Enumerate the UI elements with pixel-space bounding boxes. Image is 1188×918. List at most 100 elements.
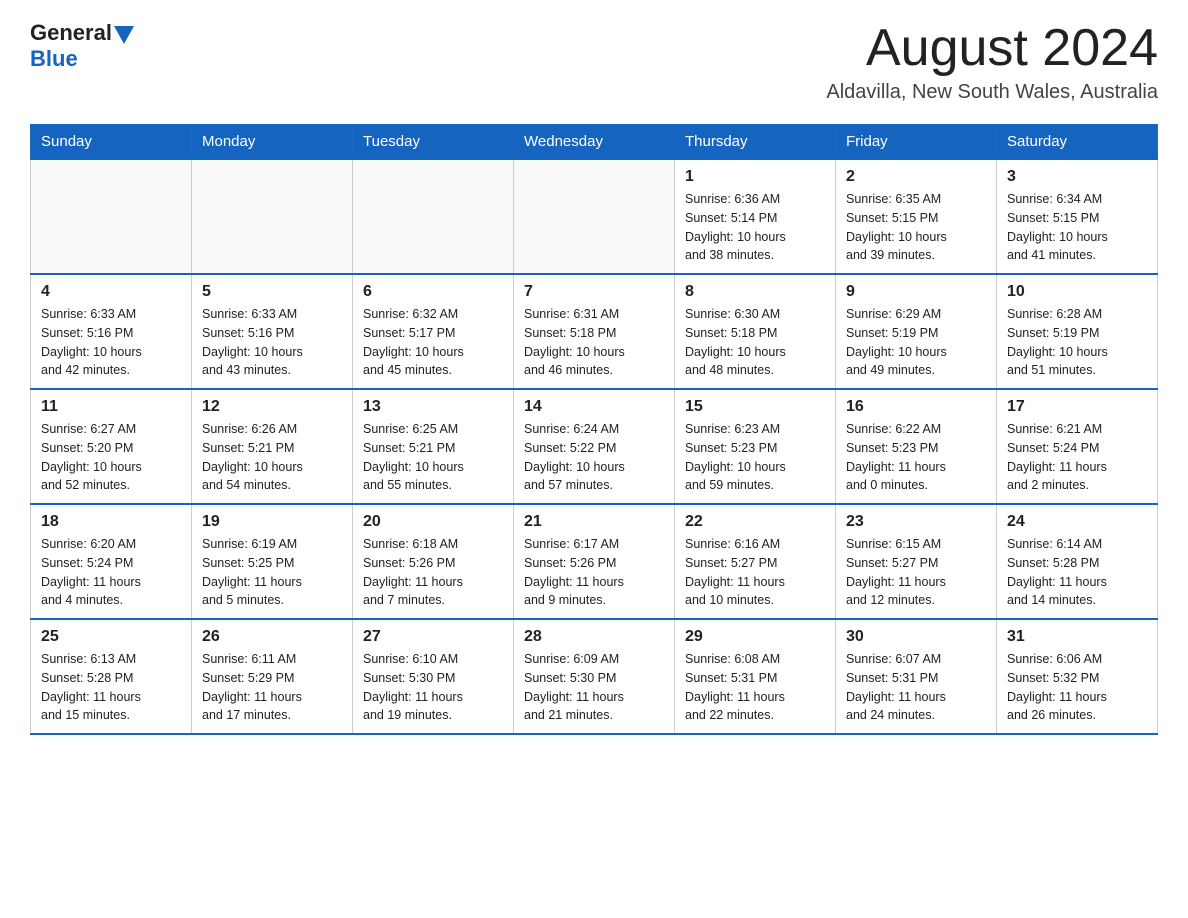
day-number: 16 [846, 398, 986, 416]
day-number: 13 [363, 398, 503, 416]
calendar-cell: 1 Sunrise: 6:36 AMSunset: 5:14 PMDaylight… [675, 159, 836, 274]
day-number: 14 [524, 398, 664, 416]
day-number: 31 [1007, 628, 1147, 646]
calendar-cell [514, 159, 675, 274]
location-title: Aldavilla, New South Wales, Australia [826, 81, 1158, 104]
weekday-header-sunday: Sunday [31, 125, 192, 160]
logo-triangle-icon [114, 26, 134, 44]
calendar-cell: 30 Sunrise: 6:07 AMSunset: 5:31 PMDayligh… [836, 619, 997, 734]
title-area: August 2024 Aldavilla, New South Wales, … [826, 20, 1158, 104]
day-info: Sunrise: 6:17 AMSunset: 5:26 PMDaylight:… [524, 535, 664, 610]
calendar-cell: 26 Sunrise: 6:11 AMSunset: 5:29 PMDayligh… [192, 619, 353, 734]
calendar-cell: 7Sunrise: 6:31 AMSunset: 5:18 PMDaylight… [514, 274, 675, 389]
calendar-cell: 2 Sunrise: 6:35 AMSunset: 5:15 PMDaylight… [836, 159, 997, 274]
day-info: Sunrise: 6:33 AMSunset: 5:16 PMDaylight:… [202, 305, 342, 380]
day-info: Sunrise: 6:11 AMSunset: 5:29 PMDaylight:… [202, 650, 342, 725]
day-number: 25 [41, 628, 181, 646]
week-row-3: 11 Sunrise: 6:27 AMSunset: 5:20 PMDayligh… [31, 389, 1158, 504]
day-number: 22 [685, 513, 825, 531]
day-info: Sunrise: 6:36 AMSunset: 5:14 PMDaylight:… [685, 190, 825, 265]
calendar-cell: 13 Sunrise: 6:25 AMSunset: 5:21 PMDayligh… [353, 389, 514, 504]
day-info: Sunrise: 6:22 AMSunset: 5:23 PMDaylight:… [846, 420, 986, 495]
week-row-1: 1 Sunrise: 6:36 AMSunset: 5:14 PMDaylight… [31, 159, 1158, 274]
month-title: August 2024 [826, 20, 1158, 77]
day-info: Sunrise: 6:29 AMSunset: 5:19 PMDaylight:… [846, 305, 986, 380]
day-number: 8 [685, 283, 825, 301]
day-info: Sunrise: 6:06 AMSunset: 5:32 PMDaylight:… [1007, 650, 1147, 725]
weekday-header-thursday: Thursday [675, 125, 836, 160]
calendar-cell: 12 Sunrise: 6:26 AMSunset: 5:21 PMDayligh… [192, 389, 353, 504]
calendar-cell: 15 Sunrise: 6:23 AMSunset: 5:23 PMDayligh… [675, 389, 836, 504]
day-info: Sunrise: 6:21 AMSunset: 5:24 PMDaylight:… [1007, 420, 1147, 495]
day-number: 2 [846, 168, 986, 186]
day-info: Sunrise: 6:25 AMSunset: 5:21 PMDaylight:… [363, 420, 503, 495]
day-number: 5 [202, 283, 342, 301]
day-info: Sunrise: 6:35 AMSunset: 5:15 PMDaylight:… [846, 190, 986, 265]
calendar-table: SundayMondayTuesdayWednesdayThursdayFrid… [30, 124, 1158, 735]
logo: General Blue [30, 20, 134, 72]
day-number: 23 [846, 513, 986, 531]
calendar-cell: 8Sunrise: 6:30 AMSunset: 5:18 PMDaylight… [675, 274, 836, 389]
day-number: 29 [685, 628, 825, 646]
day-info: Sunrise: 6:07 AMSunset: 5:31 PMDaylight:… [846, 650, 986, 725]
logo-general-text: General [30, 20, 112, 46]
week-row-2: 4Sunrise: 6:33 AMSunset: 5:16 PMDaylight… [31, 274, 1158, 389]
logo-blue-text: Blue [30, 46, 78, 72]
day-number: 26 [202, 628, 342, 646]
day-info: Sunrise: 6:31 AMSunset: 5:18 PMDaylight:… [524, 305, 664, 380]
calendar-cell [31, 159, 192, 274]
calendar-cell: 5 Sunrise: 6:33 AMSunset: 5:16 PMDaylight… [192, 274, 353, 389]
day-number: 21 [524, 513, 664, 531]
calendar-body: 1 Sunrise: 6:36 AMSunset: 5:14 PMDaylight… [31, 159, 1158, 734]
day-info: Sunrise: 6:26 AMSunset: 5:21 PMDaylight:… [202, 420, 342, 495]
day-info: Sunrise: 6:23 AMSunset: 5:23 PMDaylight:… [685, 420, 825, 495]
calendar-cell: 6Sunrise: 6:32 AMSunset: 5:17 PMDaylight… [353, 274, 514, 389]
day-number: 15 [685, 398, 825, 416]
day-number: 17 [1007, 398, 1147, 416]
calendar-cell: 18Sunrise: 6:20 AMSunset: 5:24 PMDayligh… [31, 504, 192, 619]
day-number: 6 [363, 283, 503, 301]
weekday-header-wednesday: Wednesday [514, 125, 675, 160]
day-info: Sunrise: 6:27 AMSunset: 5:20 PMDaylight:… [41, 420, 181, 495]
calendar-cell: 3 Sunrise: 6:34 AMSunset: 5:15 PMDaylight… [997, 159, 1158, 274]
day-number: 11 [41, 398, 181, 416]
weekday-header-saturday: Saturday [997, 125, 1158, 160]
calendar-cell: 25Sunrise: 6:13 AMSunset: 5:28 PMDayligh… [31, 619, 192, 734]
day-info: Sunrise: 6:09 AMSunset: 5:30 PMDaylight:… [524, 650, 664, 725]
weekday-header-friday: Friday [836, 125, 997, 160]
day-info: Sunrise: 6:18 AMSunset: 5:26 PMDaylight:… [363, 535, 503, 610]
day-number: 1 [685, 168, 825, 186]
calendar-cell: 24 Sunrise: 6:14 AMSunset: 5:28 PMDayligh… [997, 504, 1158, 619]
day-info: Sunrise: 6:24 AMSunset: 5:22 PMDaylight:… [524, 420, 664, 495]
day-info: Sunrise: 6:10 AMSunset: 5:30 PMDaylight:… [363, 650, 503, 725]
calendar-cell: 31 Sunrise: 6:06 AMSunset: 5:32 PMDayligh… [997, 619, 1158, 734]
day-number: 9 [846, 283, 986, 301]
calendar-cell: 29 Sunrise: 6:08 AMSunset: 5:31 PMDayligh… [675, 619, 836, 734]
weekday-header-tuesday: Tuesday [353, 125, 514, 160]
day-number: 30 [846, 628, 986, 646]
day-number: 19 [202, 513, 342, 531]
day-number: 24 [1007, 513, 1147, 531]
day-info: Sunrise: 6:08 AMSunset: 5:31 PMDaylight:… [685, 650, 825, 725]
weekday-header-row: SundayMondayTuesdayWednesdayThursdayFrid… [31, 125, 1158, 160]
calendar-cell: 11 Sunrise: 6:27 AMSunset: 5:20 PMDayligh… [31, 389, 192, 504]
day-number: 28 [524, 628, 664, 646]
day-number: 12 [202, 398, 342, 416]
calendar-cell: 14 Sunrise: 6:24 AMSunset: 5:22 PMDayligh… [514, 389, 675, 504]
calendar-cell: 27 Sunrise: 6:10 AMSunset: 5:30 PMDayligh… [353, 619, 514, 734]
calendar-cell: 22Sunrise: 6:16 AMSunset: 5:27 PMDayligh… [675, 504, 836, 619]
day-info: Sunrise: 6:19 AMSunset: 5:25 PMDaylight:… [202, 535, 342, 610]
calendar-cell: 21 Sunrise: 6:17 AMSunset: 5:26 PMDayligh… [514, 504, 675, 619]
day-info: Sunrise: 6:33 AMSunset: 5:16 PMDaylight:… [41, 305, 181, 380]
day-info: Sunrise: 6:20 AMSunset: 5:24 PMDaylight:… [41, 535, 181, 610]
week-row-4: 18Sunrise: 6:20 AMSunset: 5:24 PMDayligh… [31, 504, 1158, 619]
calendar-cell: 20Sunrise: 6:18 AMSunset: 5:26 PMDayligh… [353, 504, 514, 619]
week-row-5: 25Sunrise: 6:13 AMSunset: 5:28 PMDayligh… [31, 619, 1158, 734]
day-info: Sunrise: 6:34 AMSunset: 5:15 PMDaylight:… [1007, 190, 1147, 265]
day-number: 10 [1007, 283, 1147, 301]
day-number: 27 [363, 628, 503, 646]
day-number: 3 [1007, 168, 1147, 186]
calendar-cell: 19 Sunrise: 6:19 AMSunset: 5:25 PMDayligh… [192, 504, 353, 619]
day-info: Sunrise: 6:14 AMSunset: 5:28 PMDaylight:… [1007, 535, 1147, 610]
calendar-cell: 9 Sunrise: 6:29 AMSunset: 5:19 PMDaylight… [836, 274, 997, 389]
